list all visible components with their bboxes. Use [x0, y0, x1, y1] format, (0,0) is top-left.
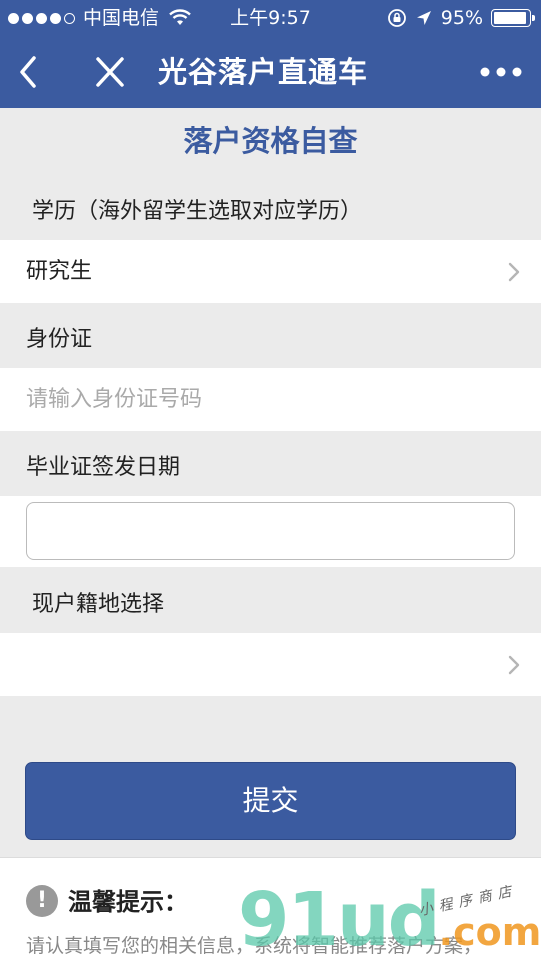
form-title: 落户资格自查	[183, 124, 358, 158]
navigation-bar: 光谷落户直通车	[0, 36, 541, 108]
chevron-right-icon	[508, 262, 520, 282]
header: 中国电信 上午9:57 95% 光谷落户直通车	[0, 0, 541, 108]
chevron-right-icon	[508, 655, 520, 675]
household-label: 现户籍地选择	[32, 592, 165, 617]
status-bar: 中国电信 上午9:57 95%	[0, 0, 541, 36]
id-card-label: 身份证	[26, 327, 93, 352]
id-card-input[interactable]	[0, 368, 541, 431]
household-select[interactable]	[0, 633, 541, 696]
battery-icon	[491, 9, 535, 27]
more-icon[interactable]	[479, 60, 523, 84]
education-select[interactable]: 研究生	[0, 240, 541, 303]
back-chevron-icon[interactable]	[10, 48, 50, 96]
tips-title: 温馨提示：	[68, 888, 188, 916]
education-value: 研究生	[26, 259, 93, 284]
graduation-date-row	[0, 496, 541, 567]
close-icon[interactable]	[88, 48, 132, 96]
battery-percent: 95%	[440, 7, 483, 29]
nav-title: 光谷落户直通车	[158, 55, 369, 89]
graduation-date-label: 毕业证签发日期	[26, 455, 181, 480]
location-arrow-icon	[416, 11, 431, 25]
watermark-brand: 91ud	[238, 877, 441, 960]
submit-button[interactable]: 提交	[25, 762, 516, 840]
watermark-suffix: .com	[438, 910, 541, 954]
exclamation-circle-icon: !	[26, 885, 58, 917]
graduation-date-input[interactable]	[26, 502, 515, 560]
education-label: 学历（海外留学生选取对应学历）	[32, 199, 363, 224]
orientation-lock-icon	[387, 9, 406, 27]
